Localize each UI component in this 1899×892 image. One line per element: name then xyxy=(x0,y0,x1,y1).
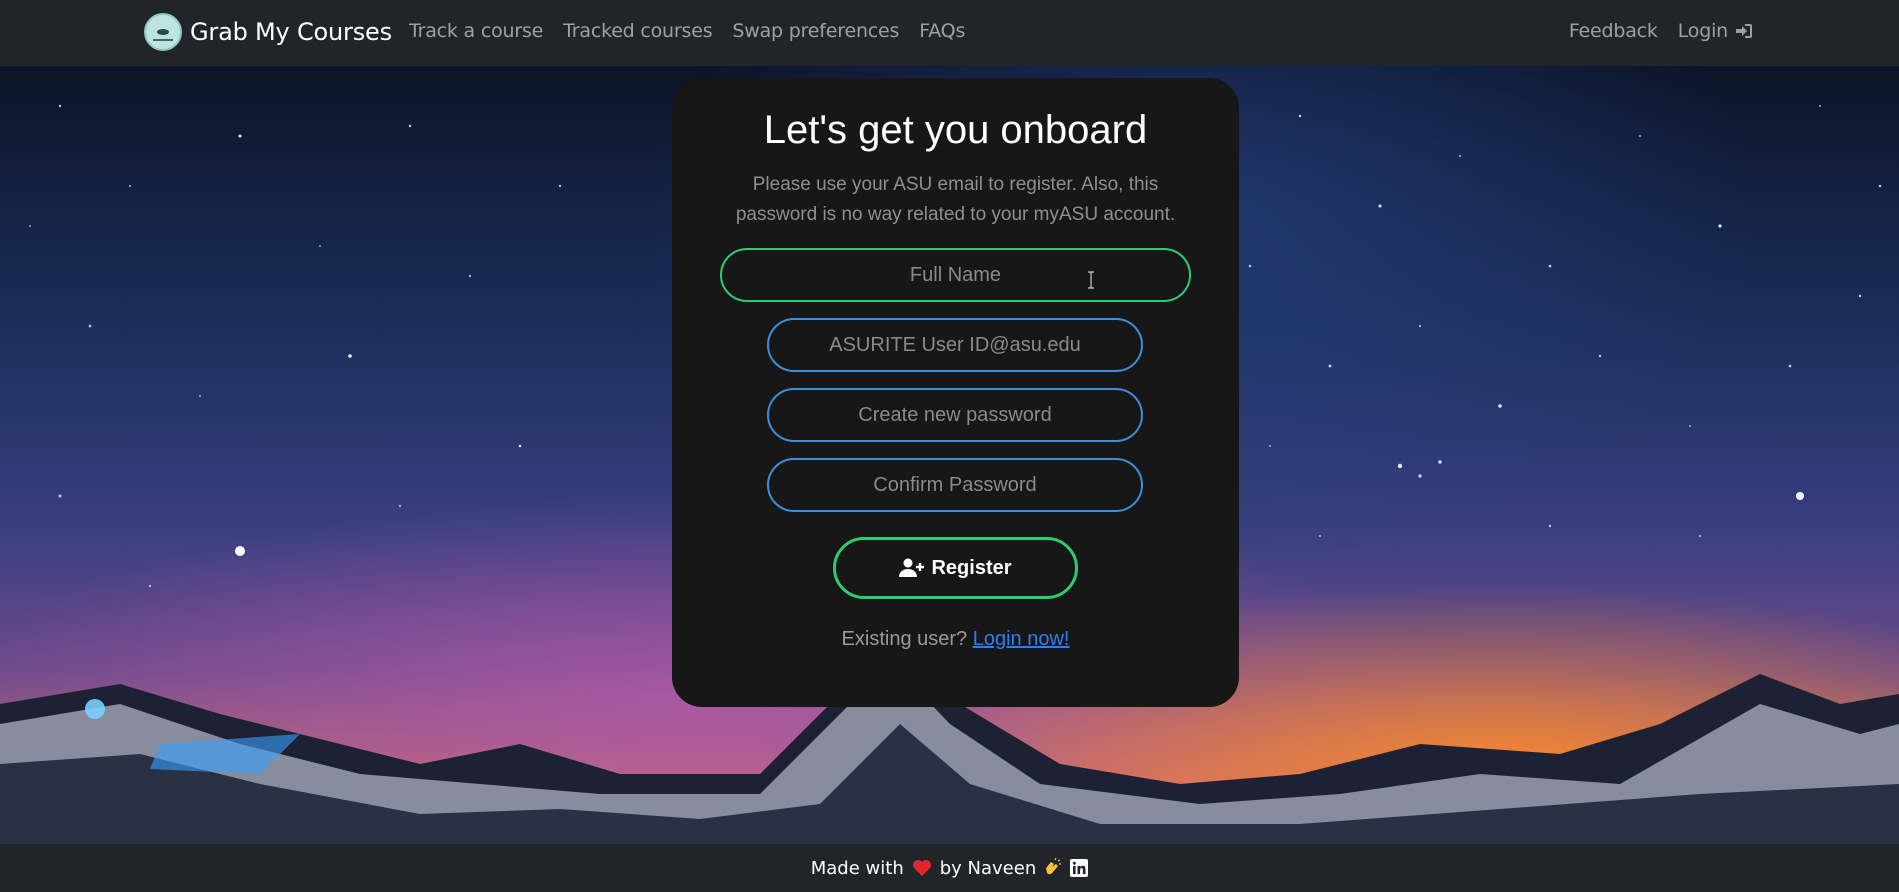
register-label: Register xyxy=(931,556,1012,579)
navbar: Grab My Courses Track a course Tracked c… xyxy=(0,0,1899,66)
clapping-hands-icon xyxy=(1046,858,1062,875)
existing-user-line: Existing user? Login now! xyxy=(672,628,1239,651)
new-password-input[interactable] xyxy=(767,388,1143,442)
full-name-input[interactable] xyxy=(720,248,1191,302)
subtitle: Please use your ASU email to register. A… xyxy=(735,174,1176,225)
register-card: Let's get you onboard Please use your AS… xyxy=(672,78,1239,707)
logo-icon xyxy=(144,13,182,51)
register-button[interactable]: Register xyxy=(833,537,1078,599)
nav-swap-preferences[interactable]: Swap preferences xyxy=(732,20,899,42)
nav-login[interactable]: Login xyxy=(1678,20,1754,42)
text-cursor-icon xyxy=(1088,271,1094,289)
confirm-password-input[interactable] xyxy=(767,458,1143,512)
nav-faqs[interactable]: FAQs xyxy=(919,20,965,42)
nav-tracked-courses[interactable]: Tracked courses xyxy=(563,20,712,42)
author-text: by Naveen xyxy=(939,857,1037,879)
asurite-email-input[interactable] xyxy=(767,318,1143,372)
brand-link[interactable]: Grab My Courses xyxy=(144,13,392,51)
nav-feedback[interactable]: Feedback xyxy=(1569,20,1658,42)
nav-links: Track a course Tracked courses Swap pref… xyxy=(409,20,985,42)
heart-icon xyxy=(912,860,931,876)
user-plus-icon xyxy=(899,558,925,577)
page-title: Let's get you onboard xyxy=(763,108,1148,152)
made-with-text: Made with xyxy=(810,857,904,879)
sign-in-icon xyxy=(1736,24,1752,38)
linkedin-icon[interactable] xyxy=(1070,859,1089,877)
login-now-link[interactable]: Login now! xyxy=(973,628,1070,650)
nav-track-course[interactable]: Track a course xyxy=(409,20,543,42)
existing-user-text: Existing user? xyxy=(841,628,968,650)
nav-right: Feedback Login xyxy=(1549,20,1754,42)
nav-login-label: Login xyxy=(1677,20,1728,42)
brand-name: Grab My Courses xyxy=(190,18,392,46)
footer: Made with by Naveen xyxy=(0,844,1899,892)
